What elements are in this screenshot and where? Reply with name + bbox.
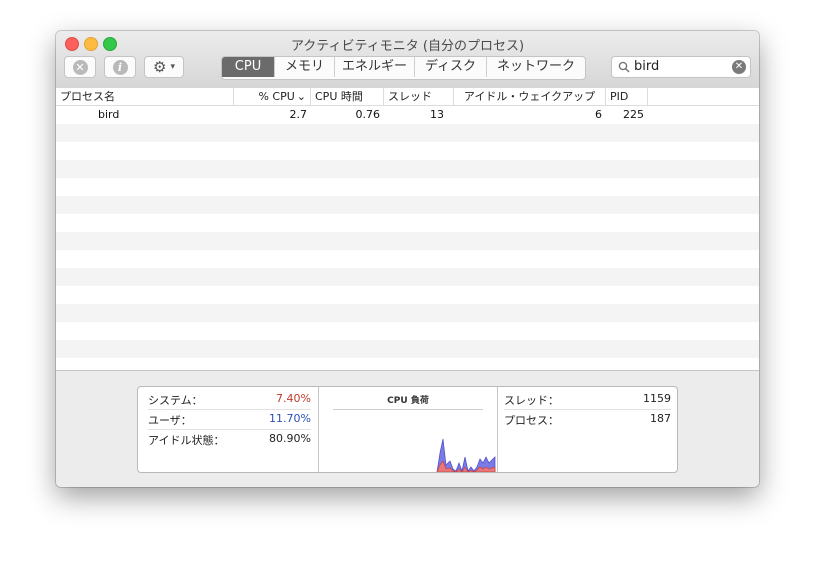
column-cpu-time[interactable]: CPU 時間: [311, 88, 384, 105]
action-menu-button[interactable]: ⚙ ▾: [144, 56, 184, 78]
cpu-usage-stats: システム： 7.40% ユーザ： 11.70% アイドル状態： 80.90%: [138, 387, 319, 472]
stat-user-value: 11.70%: [269, 412, 311, 425]
tab-network[interactable]: ネットワーク: [486, 57, 585, 77]
cpu-load-sparkline: [436, 438, 496, 472]
stat-system: システム： 7.40%: [148, 389, 311, 410]
view-tabs: CPU メモリ エネルギー ディスク ネットワーク: [221, 56, 586, 80]
stat-system-value: 7.40%: [276, 392, 311, 405]
search-icon: [618, 61, 630, 73]
stat-user-label: ユーザ：: [148, 414, 192, 427]
info-icon: i: [112, 59, 128, 75]
column-cpu-percent[interactable]: % CPU ⌄: [234, 88, 311, 105]
search-field[interactable]: bird ✕: [611, 56, 751, 78]
activity-monitor-window: アクティビティモニタ (自分のプロセス) ✕ i ⚙ ▾ CPU メモリ エネル…: [56, 31, 759, 487]
empty-row: [56, 124, 759, 142]
search-input-value[interactable]: bird: [634, 59, 659, 74]
empty-row: [56, 160, 759, 178]
cpu-load-graph: CPU 負荷: [319, 387, 498, 472]
table-row[interactable]: bird 2.7 0.76 13 6 225: [56, 106, 759, 124]
stat-processes-value: 187: [650, 412, 671, 425]
column-threads[interactable]: スレッド: [384, 88, 454, 105]
cell-threads: 13: [430, 108, 444, 121]
empty-row: [56, 178, 759, 196]
x-circle-icon: ✕: [72, 59, 88, 75]
stat-system-label: システム：: [148, 394, 203, 407]
cell-idle-wakeups: 6: [595, 108, 602, 121]
stat-threads: スレッド： 1159: [504, 389, 671, 410]
table-rows: bird 2.7 0.76 13 6 225: [56, 106, 759, 370]
cell-cpu-percent: 2.7: [289, 108, 308, 121]
empty-row: [56, 358, 759, 370]
stat-idle: アイドル状態： 80.90%: [148, 429, 311, 449]
summary-panel: システム： 7.40% ユーザ： 11.70% アイドル状態： 80.90% C…: [137, 386, 678, 473]
empty-row: [56, 304, 759, 322]
tab-cpu[interactable]: CPU: [222, 57, 274, 77]
stat-threads-value: 1159: [643, 392, 671, 405]
title-bar: アクティビティモニタ (自分のプロセス) ✕ i ⚙ ▾ CPU メモリ エネル…: [56, 31, 759, 89]
column-pid[interactable]: PID: [606, 88, 648, 105]
inspect-process-button[interactable]: i: [104, 56, 136, 78]
cell-process-name: bird: [98, 108, 120, 121]
stat-processes: プロセス： 187: [504, 409, 671, 429]
column-process-name[interactable]: プロセス名: [56, 88, 234, 105]
stat-processes-label: プロセス：: [504, 414, 559, 427]
stat-idle-label: アイドル状態：: [148, 434, 225, 447]
empty-row: [56, 340, 759, 358]
cell-pid: 225: [623, 108, 644, 121]
tab-disk[interactable]: ディスク: [414, 57, 486, 77]
empty-row: [56, 142, 759, 160]
empty-row: [56, 214, 759, 232]
process-table: プロセス名 % CPU ⌄ CPU 時間 スレッド アイドル・ウェイクアップ PI…: [56, 88, 759, 371]
chevron-down-icon: ▾: [170, 62, 175, 72]
cell-cpu-time: 0.76: [355, 108, 381, 121]
empty-row: [56, 232, 759, 250]
stat-idle-value: 80.90%: [269, 432, 311, 445]
stat-user: ユーザ： 11.70%: [148, 409, 311, 430]
quit-process-button[interactable]: ✕: [64, 56, 96, 78]
table-header: プロセス名 % CPU ⌄ CPU 時間 スレッド アイドル・ウェイクアップ PI…: [56, 88, 759, 106]
stat-threads-label: スレッド：: [504, 394, 559, 407]
summary-area: システム： 7.40% ユーザ： 11.70% アイドル状態： 80.90% C…: [56, 371, 759, 487]
gear-icon: ⚙: [153, 57, 167, 76]
tab-energy[interactable]: エネルギー: [334, 57, 414, 77]
column-cpu-percent-label: % CPU: [258, 90, 295, 103]
sort-descending-icon: ⌄: [296, 90, 306, 103]
empty-row: [56, 196, 759, 214]
clear-search-icon[interactable]: ✕: [732, 60, 746, 74]
empty-row: [56, 322, 759, 340]
empty-row: [56, 268, 759, 286]
window-title: アクティビティモニタ (自分のプロセス): [290, 39, 525, 54]
tab-memory[interactable]: メモリ: [274, 57, 334, 77]
empty-row: [56, 250, 759, 268]
column-idle-wakeups[interactable]: アイドル・ウェイクアップ: [454, 88, 606, 105]
process-count-stats: スレッド： 1159 プロセス： 187: [498, 387, 677, 472]
empty-row: [56, 286, 759, 304]
